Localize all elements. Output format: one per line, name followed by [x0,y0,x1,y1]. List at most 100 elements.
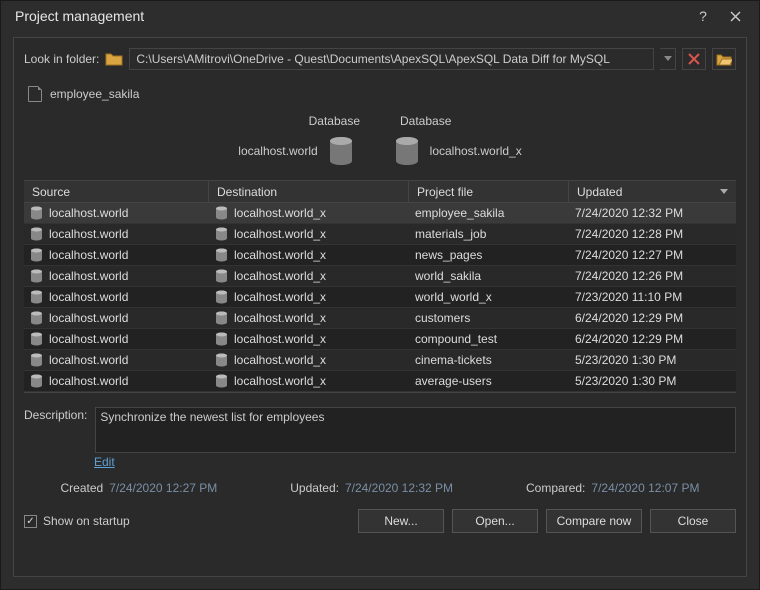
grid-body: localhost.world localhost.world_x employee… [24,203,736,392]
db-icon [394,136,420,166]
folder-path-input[interactable] [129,48,654,70]
open-button[interactable]: Open... [452,509,538,533]
header-source[interactable]: Source [24,181,209,202]
cell-project-file: news_pages [415,248,482,262]
cell-destination: localhost.world_x [234,332,326,346]
table-row[interactable]: localhost.world localhost.world_x news_pag… [24,245,736,266]
description-text: Synchronize the newest list for employee… [95,407,736,453]
updated-label: Updated: [290,481,339,495]
db-icon [215,206,228,220]
preview-right-label: Database [400,114,451,128]
folder-dropdown-button[interactable] [660,48,676,70]
cell-updated: 5/23/2020 1:30 PM [575,353,676,367]
cell-updated: 5/23/2020 1:30 PM [575,374,676,388]
db-icon [215,311,228,325]
db-icon [215,227,228,241]
meta-row: Created 7/24/2020 12:27 PM Updated: 7/24… [24,481,736,495]
cell-source: localhost.world [49,269,128,283]
compare-now-button[interactable]: Compare now [546,509,642,533]
show-on-startup-label: Show on startup [43,514,130,528]
db-icon [30,311,43,325]
delete-button[interactable] [682,48,706,70]
preview-left-label: Database [309,114,360,128]
db-icon [328,136,354,166]
table-row[interactable]: localhost.world localhost.world_x cinema-t… [24,350,736,371]
cell-updated: 7/24/2020 12:32 PM [575,206,683,220]
description-block: Description: Synchronize the newest list… [24,407,736,453]
compared-value: 7/24/2020 12:07 PM [591,481,699,495]
cell-destination: localhost.world_x [234,374,326,388]
preview-left-db: localhost.world [238,144,317,158]
compared-label: Compared: [526,481,585,495]
content-area: Look in folder: employee_s [13,37,747,577]
preview-panel: Database Database [24,114,736,128]
table-row[interactable]: localhost.world localhost.world_x compound… [24,329,736,350]
cell-source: localhost.world [49,206,128,220]
table-row[interactable]: localhost.worldlocalhost.world_xworld_wo… [24,287,736,308]
created-label: Created [60,481,103,495]
db-icon [30,227,43,241]
sort-desc-icon [720,189,728,195]
cell-project-file: world_sakila [415,269,481,283]
db-icon [30,353,43,367]
db-icon [215,290,228,304]
table-row[interactable]: localhost.worldlocalhost.world_xmaterial… [24,224,736,245]
db-icon [215,248,228,262]
db-icon [215,269,228,283]
cell-updated: 6/24/2020 12:29 PM [575,311,683,325]
table-row[interactable]: localhost.world localhost.world_x customer… [24,308,736,329]
cell-project-file: employee_sakila [415,206,504,220]
show-on-startup-checkbox[interactable]: ✓ Show on startup [24,514,130,528]
table-row[interactable]: localhost.world localhost.world_x average-… [24,371,736,392]
updated-value: 7/24/2020 12:32 PM [345,481,453,495]
project-management-window: Project management ? Look in folder: [0,0,760,590]
db-icon [30,290,43,304]
cell-updated: 6/24/2020 12:29 PM [575,332,683,346]
browse-folder-button[interactable] [712,48,736,70]
cell-project-file: average-users [415,374,492,388]
cell-project-file: customers [415,311,470,325]
current-file-row: employee_sakila [28,86,732,102]
window-title: Project management [15,8,687,24]
title-bar: Project management ? [1,1,759,31]
cell-destination: localhost.world_x [234,206,326,220]
cell-source: localhost.world [49,332,128,346]
edit-description-link[interactable]: Edit [94,455,115,469]
table-row[interactable]: localhost.world localhost.world_x employee… [24,203,736,224]
cell-source: localhost.world [49,248,128,262]
cell-destination: localhost.world_x [234,311,326,325]
cell-source: localhost.world [49,227,128,241]
cell-project-file: materials_job [415,227,486,241]
cell-source: localhost.world [49,374,128,388]
projects-grid: Source Destination Project file Updated … [24,180,736,393]
created-value: 7/24/2020 12:27 PM [109,481,217,495]
cell-updated: 7/24/2020 12:27 PM [575,248,683,262]
header-destination[interactable]: Destination [209,181,409,202]
cell-updated: 7/24/2020 12:26 PM [575,269,683,283]
cell-source: localhost.world [49,311,128,325]
cell-updated: 7/24/2020 12:28 PM [575,227,683,241]
new-button[interactable]: New... [358,509,444,533]
cell-project-file: cinema-tickets [415,353,492,367]
db-icon [30,248,43,262]
cell-destination: localhost.world_x [234,353,326,367]
cell-destination: localhost.world_x [234,248,326,262]
description-label: Description: [24,407,87,453]
close-window-button[interactable] [719,4,751,28]
header-project-file[interactable]: Project file [409,181,569,202]
folder-row: Look in folder: [24,48,736,70]
db-icon [30,269,43,283]
cell-project-file: compound_test [415,332,497,346]
preview-right-db: localhost.world_x [430,144,522,158]
cell-project-file: world_world_x [415,290,492,304]
table-row[interactable]: localhost.worldlocalhost.world_xworld_sa… [24,266,736,287]
folder-icon [105,52,123,66]
db-icon [215,374,228,388]
close-button[interactable]: Close [650,509,736,533]
cell-source: localhost.world [49,353,128,367]
checkbox-icon: ✓ [24,515,37,528]
preview-dbs: localhost.world loca [24,136,736,166]
db-icon [30,206,43,220]
help-button[interactable]: ? [687,4,719,28]
header-updated[interactable]: Updated [569,181,736,202]
